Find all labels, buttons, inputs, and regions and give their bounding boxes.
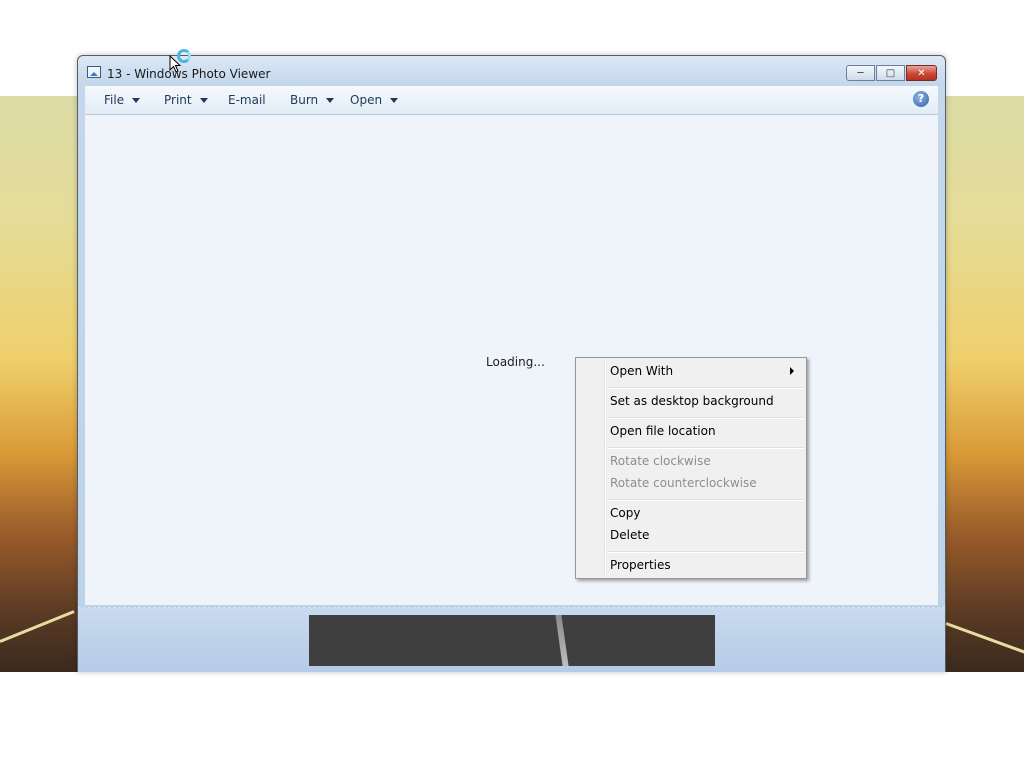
minimize-icon: ─: [857, 67, 864, 79]
busy-spinner-icon: [177, 49, 191, 63]
menu-item-delete[interactable]: Delete: [610, 528, 649, 542]
chevron-down-icon: [326, 97, 335, 103]
loading-status: Loading...: [486, 355, 545, 369]
file-menu-button[interactable]: File: [104, 93, 141, 107]
title-bar[interactable]: 13 - Windows Photo Viewer ─ □ ✕: [78, 56, 945, 88]
help-icon[interactable]: ?: [913, 91, 929, 107]
menu-separator: [607, 499, 804, 501]
photo-viewer-icon[interactable]: [87, 66, 101, 78]
chevron-down-icon: [390, 97, 399, 103]
chevron-right-icon: [790, 367, 794, 375]
maximize-icon: □: [885, 67, 896, 79]
context-menu: Open With Set as desktop background Open…: [575, 357, 807, 579]
photo-viewer-window: 13 - Windows Photo Viewer ─ □ ✕ File Pri…: [77, 55, 946, 672]
close-button[interactable]: ✕: [906, 65, 937, 81]
menu-item-set-desktop-background[interactable]: Set as desktop background: [610, 394, 774, 408]
print-menu-label: Print: [164, 93, 192, 107]
image-viewing-area[interactable]: Loading...: [85, 115, 938, 605]
navigation-bar: [78, 607, 945, 672]
menu-item-copy[interactable]: Copy: [610, 506, 640, 520]
menu-item-open-with[interactable]: Open With: [610, 364, 673, 378]
burn-menu-button[interactable]: Burn: [290, 93, 335, 107]
chevron-down-icon: [199, 97, 208, 103]
caption-buttons: ─ □ ✕: [845, 65, 937, 83]
command-bar: File Print E-mail Burn Open ?: [85, 86, 938, 115]
menu-item-rotate-clockwise[interactable]: Rotate clockwise: [610, 454, 711, 468]
close-icon: ✕: [917, 67, 926, 79]
image-preview-strip: [309, 615, 715, 666]
email-button[interactable]: E-mail: [228, 93, 266, 107]
menu-separator: [607, 551, 804, 553]
menu-separator: [607, 387, 804, 389]
email-label: E-mail: [228, 93, 266, 107]
print-menu-button[interactable]: Print: [164, 93, 208, 107]
menu-separator: [607, 447, 804, 449]
burn-menu-label: Burn: [290, 93, 319, 107]
window-title: 13 - Windows Photo Viewer: [107, 67, 271, 81]
minimize-button[interactable]: ─: [846, 65, 875, 81]
maximize-button[interactable]: □: [876, 65, 905, 81]
menu-separator: [607, 417, 804, 419]
menu-item-open-file-location[interactable]: Open file location: [610, 424, 716, 438]
file-menu-label: File: [104, 93, 125, 107]
menu-item-properties[interactable]: Properties: [610, 558, 671, 572]
menu-item-rotate-counterclockwise[interactable]: Rotate counterclockwise: [610, 476, 757, 490]
open-menu-button[interactable]: Open: [350, 93, 399, 107]
open-menu-label: Open: [350, 93, 383, 107]
chevron-down-icon: [132, 97, 141, 103]
